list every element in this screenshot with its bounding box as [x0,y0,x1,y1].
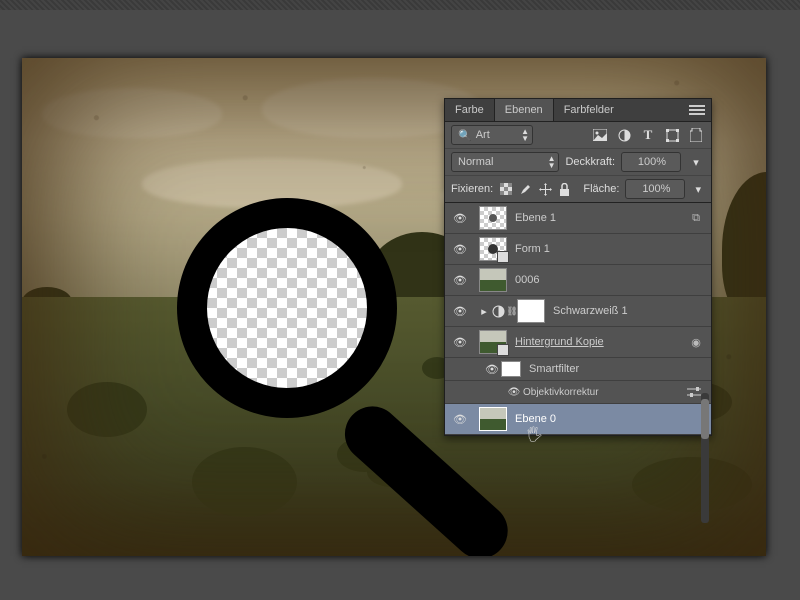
lock-all-icon[interactable] [558,180,572,198]
visibility-icon[interactable]: 👁 [451,274,469,287]
layers-list: 👁 Ebene 1 ⧉ 👁 Form 1 👁 0006 👁 ▸ ⛓ [445,203,711,435]
layer-name[interactable]: Ebene 0 [515,413,705,425]
mask-link-icon[interactable]: ⛓ [507,302,517,320]
layer-thumb [479,206,507,230]
layer-thumb [479,237,507,261]
filter-smart-icon[interactable] [687,126,705,144]
fill-input[interactable]: 100% [625,179,685,199]
layer-smartfilter[interactable]: 👁 Smartfilter [445,358,711,381]
search-icon: 🔍 [458,129,472,142]
fill-dropdown-icon[interactable]: ▾ [691,180,705,198]
lock-label: Fixieren: [451,183,493,195]
fill-value: 100% [642,183,670,195]
layer-0006[interactable]: 👁 0006 [445,265,711,296]
layer-name[interactable]: Ebene 1 [515,212,687,224]
lock-row: Fixieren: Fläche: 100% ▾ [445,176,711,203]
layer-filter-select[interactable]: 🔍 Art ▲▼ [451,125,533,145]
layer-ebene-0[interactable]: 👁 Ebene 0 [445,404,711,435]
layer-objektivkorrektur[interactable]: 👁 Objektivkorrektur [445,381,711,404]
visibility-icon[interactable]: 👁 [451,336,469,349]
link-icon[interactable]: ⧉ [687,212,705,225]
tab-farbfelder[interactable]: Farbfelder [554,99,624,121]
layer-mask-thumb [517,299,545,323]
visibility-icon[interactable]: 👁 [451,305,469,318]
adjustment-icon [489,302,507,320]
visibility-icon[interactable]: 👁 [451,243,469,256]
layer-name[interactable]: Smartfilter [529,363,705,375]
lock-brush-icon[interactable] [519,180,533,198]
opacity-value: 100% [638,156,666,168]
opacity-label: Deckkraft: [565,156,615,168]
panel-tabs: Farbe Ebenen Farbfelder [445,99,711,122]
visibility-icon[interactable]: 👁 [483,363,501,376]
layers-panel: Farbe Ebenen Farbfelder 🔍 Art ▲▼ T Norma… [444,98,712,436]
tab-ebenen[interactable]: Ebenen [494,98,554,121]
opacity-input[interactable]: 100% [621,152,681,172]
blend-mode-select[interactable]: Normal ▲▼ [451,152,559,172]
filter-row: 🔍 Art ▲▼ T [445,122,711,149]
panel-menu-icon[interactable] [689,105,705,115]
layer-name[interactable]: Objektivkorrektur [523,387,687,398]
blend-row: Normal ▲▼ Deckkraft: 100% ▾ [445,149,711,176]
layer-thumb [479,268,507,292]
filter-mode-label: Art [476,129,490,141]
layer-form-1[interactable]: 👁 Form 1 [445,234,711,265]
blend-mode-label: Normal [458,156,493,168]
expand-icon[interactable]: ▸ [479,302,489,320]
visibility-icon[interactable]: 👁 [451,212,469,225]
layer-thumb [479,330,507,354]
filter-text-icon[interactable]: T [639,126,657,144]
visibility-icon[interactable]: 👁 [505,387,523,398]
filter-adjust-icon[interactable] [615,126,633,144]
filter-shape-icon[interactable] [663,126,681,144]
filter-mask-thumb [501,361,521,377]
visibility-icon[interactable]: 👁 [451,413,469,426]
filter-image-icon[interactable] [591,126,609,144]
layer-name[interactable]: Schwarzweiß 1 [553,305,705,317]
layer-name[interactable]: Form 1 [515,243,705,255]
layer-schwarzweiss-1[interactable]: 👁 ▸ ⛓ Schwarzweiß 1 [445,296,711,327]
layer-name[interactable]: Hintergrund Kopie [515,336,687,348]
layer-thumb [479,407,507,431]
layers-scrollbar[interactable] [701,393,709,523]
layer-ebene-1[interactable]: 👁 Ebene 1 ⧉ [445,203,711,234]
workspace: Farbe Ebenen Farbfelder 🔍 Art ▲▼ T Norma… [0,10,800,600]
fill-label: Fläche: [583,183,619,195]
app-menubar [0,0,800,10]
layer-name[interactable]: 0006 [515,274,705,286]
opacity-dropdown-icon[interactable]: ▾ [687,153,705,171]
fx-icon[interactable]: ◉ [687,336,705,349]
lock-pixels-icon[interactable] [499,180,513,198]
lock-move-icon[interactable] [538,180,552,198]
layer-hintergrund-kopie[interactable]: 👁 Hintergrund Kopie ◉ [445,327,711,358]
tab-farbe[interactable]: Farbe [445,99,494,121]
